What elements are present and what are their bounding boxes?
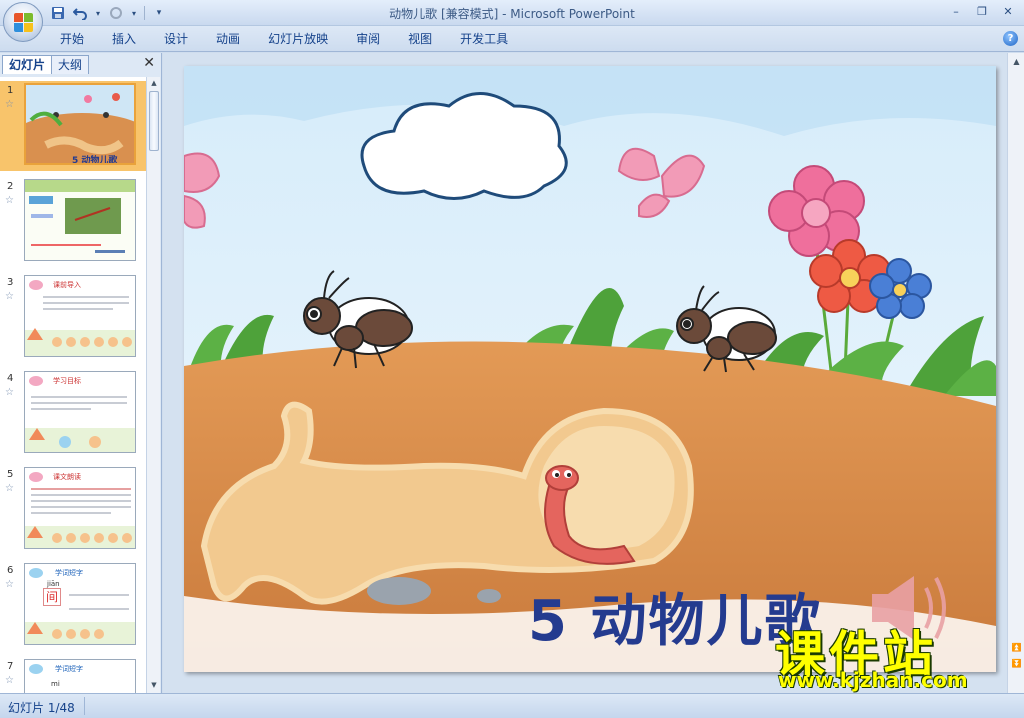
slide-preview: 学词短字 jiān 间 xyxy=(24,563,136,645)
slide-preview: 学词短字 mi xyxy=(24,659,136,693)
cloud-icon xyxy=(29,568,43,578)
ribbon-tab-bar: 开始 插入 设计 动画 幻灯片放映 审阅 视图 开发工具 ? xyxy=(0,26,1024,52)
minimize-button[interactable]: – xyxy=(944,2,968,20)
slide-thumb-caption: 学词短字 xyxy=(55,665,83,673)
tab-home[interactable]: 开始 xyxy=(46,30,98,48)
thumbnail-scrollbar[interactable]: ▲ ▼ xyxy=(146,77,160,693)
slide-number: 3 xyxy=(7,277,14,288)
pinyin-text: mi xyxy=(51,680,60,688)
watermark-url: www.kjzhan.com xyxy=(778,668,968,692)
star-icon: ☆ xyxy=(5,579,14,590)
tab-slides[interactable]: 幻灯片 xyxy=(2,55,53,74)
star-icon: ☆ xyxy=(5,675,14,686)
restore-button[interactable]: ❐ xyxy=(970,2,994,20)
scroll-down-icon[interactable]: ▼ xyxy=(149,681,159,691)
slide-number: 2 xyxy=(7,181,14,192)
slide-thumbnail-list: 1 ☆ 5 动物儿歌 2 ☆ 3 ☆ 课前导入 4 ☆ 学习目标 5 ☆ 课文朗… xyxy=(0,77,146,693)
flower-icon xyxy=(29,472,43,482)
slide-number: 1 xyxy=(7,85,14,96)
close-button[interactable]: ✕ xyxy=(996,2,1020,20)
slide-number: 4 xyxy=(7,373,14,384)
tab-view[interactable]: 视图 xyxy=(394,30,446,48)
landscape-illustration xyxy=(25,428,135,452)
slide-number: 7 xyxy=(7,661,14,672)
slides-pane: 幻灯片 大纲 ✕ 1 ☆ 5 动物儿歌 2 ☆ 3 ☆ 课前导入 4 ☆ 学习目… xyxy=(0,53,162,693)
slide-thumb-caption: 学词短字 xyxy=(55,569,83,577)
tab-outline[interactable]: 大纲 xyxy=(51,55,90,74)
slide-thumbnail-6[interactable]: 6 ☆ 学词短字 jiān 间 xyxy=(0,561,146,651)
slide-thumb-caption: 课文朗读 xyxy=(53,473,81,481)
slide-counter: 幻灯片 1/48 xyxy=(8,701,75,715)
children-illustration xyxy=(25,526,135,548)
pinyin-text: jiān xyxy=(47,580,60,588)
slide-thumbnail-3[interactable]: 3 ☆ 课前导入 xyxy=(0,273,146,363)
window-title: 动物儿歌 [兼容模式] - Microsoft PowerPoint xyxy=(389,7,635,21)
next-slide-icon[interactable]: ⏬ xyxy=(1011,659,1022,668)
cloud-icon xyxy=(29,664,43,674)
slide-preview xyxy=(24,179,136,261)
star-icon: ☆ xyxy=(5,387,14,398)
star-icon: ☆ xyxy=(5,291,14,302)
slide-vertical-scrollbar[interactable]: ▲ ⏫ ⏬ xyxy=(1007,53,1024,693)
slide-number: 6 xyxy=(7,565,14,576)
star-icon: ☆ xyxy=(5,99,14,110)
tab-review[interactable]: 审阅 xyxy=(342,30,394,48)
window-controls: – ❐ ✕ xyxy=(944,2,1020,20)
slide-thumb-caption: 5 动物儿歌 xyxy=(72,156,118,165)
star-icon: ☆ xyxy=(5,195,14,206)
title-bar: ▾ ▾ ▾ 动物儿歌 [兼容模式] - Microsoft PowerPoint… xyxy=(0,0,1024,26)
slide-thumbnail-7[interactable]: 7 ☆ 学词短字 mi xyxy=(0,657,146,693)
flower-icon xyxy=(29,376,43,386)
tab-animations[interactable]: 动画 xyxy=(202,30,254,48)
slide-preview: 5 动物儿歌 xyxy=(24,83,136,165)
scrollbar-thumb[interactable] xyxy=(149,91,159,151)
slide-editor: 5 动物儿歌 ▲ ⏫ ⏬ xyxy=(163,53,1024,693)
slide-thumb-caption: 课前导入 xyxy=(53,281,81,289)
office-logo-icon xyxy=(14,13,34,33)
scroll-up-icon[interactable]: ▲ xyxy=(1011,57,1022,66)
slide-number: 5 xyxy=(7,469,14,480)
office-button[interactable] xyxy=(3,2,43,42)
star-icon: ☆ xyxy=(5,483,14,494)
slide-thumbnail-2[interactable]: 2 ☆ xyxy=(0,177,146,267)
slide-thumbnail-4[interactable]: 4 ☆ 学习目标 xyxy=(0,369,146,459)
slide-preview: 学习目标 xyxy=(24,371,136,453)
slide-preview: 课前导入 xyxy=(24,275,136,357)
children-illustration xyxy=(25,328,135,356)
tab-design[interactable]: 设计 xyxy=(150,30,202,48)
status-bar: 幻灯片 1/48 xyxy=(0,693,1024,718)
tab-insert[interactable]: 插入 xyxy=(98,30,150,48)
character-box: 间 xyxy=(43,588,61,606)
close-icon[interactable]: ✕ xyxy=(143,55,155,71)
tab-developer[interactable]: 开发工具 xyxy=(446,30,522,48)
slide-thumbnail-5[interactable]: 5 ☆ 课文朗读 xyxy=(0,465,146,555)
divider xyxy=(84,697,85,715)
current-slide[interactable]: 5 动物儿歌 xyxy=(184,66,996,672)
slide-thumbnail-1[interactable]: 1 ☆ 5 动物儿歌 xyxy=(0,81,146,171)
slide-2-preview-art xyxy=(25,180,135,260)
previous-slide-icon[interactable]: ⏫ xyxy=(1011,643,1022,652)
slide-thumb-caption: 学习目标 xyxy=(53,377,81,385)
scroll-up-icon[interactable]: ▲ xyxy=(149,79,159,89)
help-icon[interactable]: ? xyxy=(1003,31,1018,46)
flower-icon xyxy=(29,280,43,290)
slide-preview: 课文朗读 xyxy=(24,467,136,549)
children-illustration xyxy=(25,622,135,644)
tab-slideshow[interactable]: 幻灯片放映 xyxy=(254,30,342,48)
